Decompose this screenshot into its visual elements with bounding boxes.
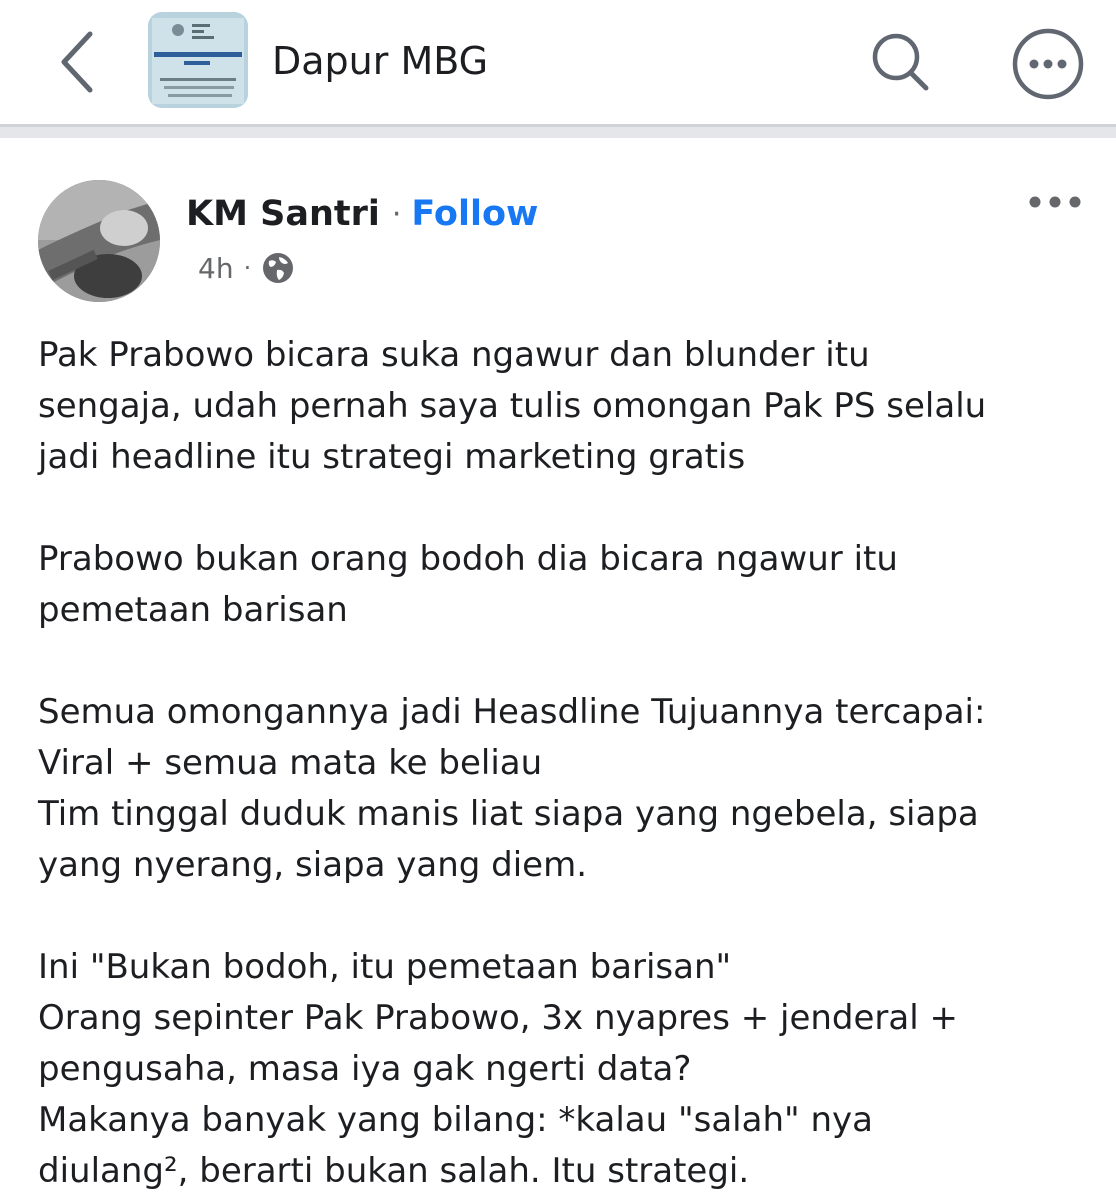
chevron-left-icon: [61, 31, 93, 93]
search-icon: [872, 33, 929, 91]
author-row: KM Santri · Follow: [186, 188, 538, 240]
search-button[interactable]: [864, 26, 936, 98]
post-line: Semua omongannya jadi Heasdline Tujuanny…: [38, 692, 986, 732]
follow-button[interactable]: Follow: [411, 194, 538, 234]
post-paragraph: Ini "Bukan bodoh, itu pemetaan barisan" …: [38, 942, 1098, 1197]
back-button[interactable]: [44, 22, 108, 102]
post-line: yang nyerang, siapa yang diem.: [38, 845, 588, 885]
author-name[interactable]: KM Santri: [186, 194, 380, 234]
post-line: sengaja, udah pernah saya tulis omongan …: [38, 386, 987, 426]
post-options-button[interactable]: [1018, 180, 1092, 224]
post-line: pengusaha, masa iya gak ngerti data?: [38, 1049, 692, 1089]
post-paragraph: Prabowo bukan orang bodoh dia bicara nga…: [38, 534, 1098, 636]
post-line: pemetaan barisan: [38, 590, 348, 630]
name-separator: ·: [391, 196, 402, 232]
post-line: Tim tinggal duduk manis liat siapa yang …: [38, 794, 979, 834]
group-thumbnail[interactable]: [148, 12, 248, 108]
post-meta: 4h ·: [198, 246, 295, 290]
post-text: Pak Prabowo bicara suka ngawur dan blund…: [38, 330, 1098, 1197]
section-divider: [0, 124, 1116, 138]
globe-icon: [263, 253, 294, 283]
post-line: Pak Prabowo bicara suka ngawur dan blund…: [38, 335, 870, 375]
post-paragraph: Pak Prabowo bicara suka ngawur dan blund…: [38, 330, 1098, 483]
author-avatar[interactable]: [38, 180, 160, 302]
group-thumbnail-image: [148, 12, 248, 108]
more-horizontal-circle-icon: [1012, 28, 1084, 100]
post-timestamp[interactable]: 4h: [198, 252, 234, 285]
post-line: Prabowo bukan orang bodoh dia bicara nga…: [38, 539, 898, 579]
top-bar: Dapur MBG: [0, 0, 1116, 124]
post-line: diulang², berarti bukan salah. Itu strat…: [38, 1151, 750, 1191]
post-line: jadi headline itu strategi marketing gra…: [38, 437, 746, 477]
post-line: Orang sepinter Pak Prabowo, 3x nyapres +…: [38, 998, 958, 1038]
avatar-image: [38, 180, 160, 302]
page-title[interactable]: Dapur MBG: [272, 36, 488, 86]
ellipsis-icon: [1029, 196, 1081, 208]
more-options-button[interactable]: [1008, 24, 1088, 104]
post-line: Ini "Bukan bodoh, itu pemetaan barisan": [38, 947, 732, 987]
post-paragraph: Semua omongannya jadi Heasdline Tujuanny…: [38, 687, 1098, 891]
post-line: Makanya banyak yang bilang: *kalau "sala…: [38, 1100, 873, 1140]
post-line: Viral + semua mata ke beliau: [38, 743, 543, 783]
meta-separator: ·: [243, 254, 252, 282]
